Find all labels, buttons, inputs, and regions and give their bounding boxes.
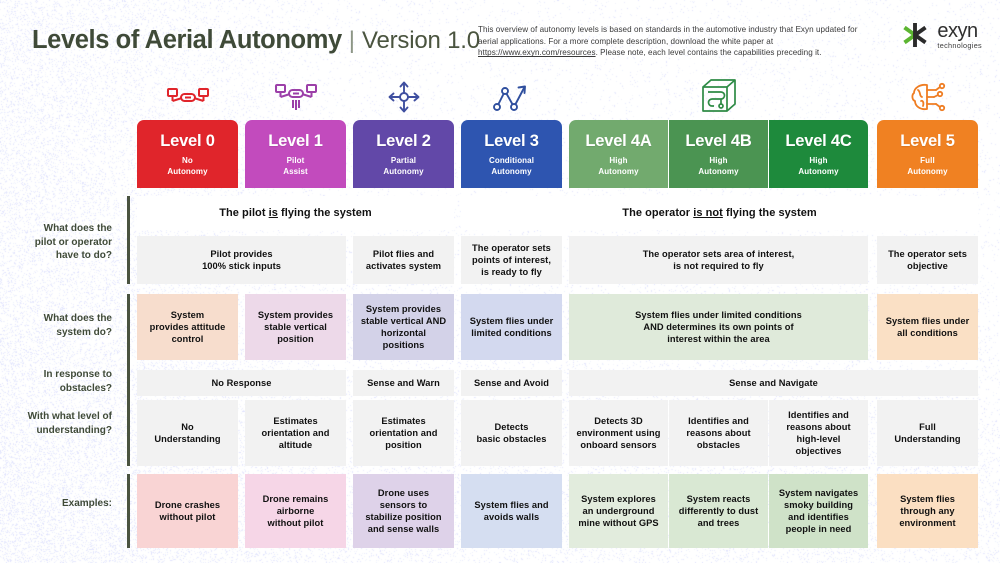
blurb-text-part2: . Please note, each level contains the c… <box>595 48 822 58</box>
level-name: Level 5 <box>900 131 955 150</box>
page-header: Levels of Aerial Autonomy | Version 1.0 … <box>0 0 1000 72</box>
3d-volume-cube-icon <box>569 76 868 118</box>
level-subtitle: High Autonomy <box>798 156 839 176</box>
level-name: Level 1 <box>268 131 323 150</box>
level-header-level-1[interactable]: Level 1 Pilot Assist <box>245 120 346 188</box>
level-header-level-3[interactable]: Level 3 Conditional Autonomy <box>461 120 562 188</box>
section-divider-2 <box>127 294 130 466</box>
logo-tagline-text: technologies <box>937 40 982 50</box>
level-subtitle: Partial Autonomy <box>383 156 424 176</box>
cell-example-level-4c: System navigates smoky building and identi… <box>769 474 868 548</box>
level-subtitle: High Autonomy <box>698 156 739 176</box>
blurb-text-part1: This overview of autonomy levels is base… <box>478 25 858 46</box>
level-header-level-4a[interactable]: Level 4A High Autonomy <box>569 120 668 188</box>
title-version-text: Version 1.0 <box>362 27 480 54</box>
row-label-examples: Examples: <box>61 498 112 509</box>
row-label-pilot-operator: What does the pilot or operator have to do… <box>34 223 112 261</box>
level-subtitle: Full Autonomy <box>907 156 948 176</box>
banner-pilot-flying: The pilot is flying the system <box>137 196 454 230</box>
cell-understanding-level-4c: Identifies and reasons about high-level obj… <box>769 400 868 466</box>
cell-understanding-level-4b: Identifies and reasons about obstacles <box>669 400 768 466</box>
cell-example-level-4a: System explores an underground mine withou… <box>569 474 668 548</box>
exyn-wordmark: exyn technologies <box>937 21 982 49</box>
cell-understanding-level-2: Estimates orientation and position <box>353 400 454 466</box>
cell-example-level-4b: System reacts differently to dust and tree… <box>669 474 768 548</box>
cell-example-level-1: Drone remains airborne without pilot <box>245 474 346 548</box>
level-name: Level 3 <box>484 131 539 150</box>
row-label-understanding: With what level of understanding? <box>27 411 112 436</box>
cell-system-do-level-4: System flies under limited conditions AND… <box>569 294 868 360</box>
cell-obstacles-level-2: Sense and Warn <box>353 370 454 396</box>
cell-obstacles-level-3: Sense and Avoid <box>461 370 562 396</box>
cell-system-do-level-0: System provides attitude control <box>137 294 238 360</box>
resources-link[interactable]: https://www.exyn.com/resources <box>478 48 596 57</box>
cell-pilot-operator-level-3: The operator sets points of interest, is r… <box>461 236 562 284</box>
exyn-asterisk-icon <box>900 20 930 50</box>
level-name: Level 2 <box>376 131 431 150</box>
level-subtitle: High Autonomy <box>598 156 639 176</box>
cell-pilot-operator-level-4: The operator sets area of interest, is no… <box>569 236 868 284</box>
level-name: Level 4C <box>785 131 852 150</box>
title-separator: | <box>348 27 355 54</box>
row-label-obstacles: In response to obstacles? <box>43 369 112 394</box>
cell-example-level-0: Drone crashes without pilot <box>137 474 238 548</box>
four-way-arrows-icon <box>353 76 454 118</box>
cell-example-level-5: System flies through any environment <box>877 474 978 548</box>
infographic-page: Levels of Aerial Autonomy | Version 1.0 … <box>0 0 1000 563</box>
level-header-level-4c[interactable]: Level 4C High Autonomy <box>769 120 868 188</box>
cell-understanding-level-5: Full Understanding <box>877 400 978 466</box>
waypoint-path-icon <box>461 76 562 118</box>
level-subtitle: Pilot Assist <box>283 156 308 176</box>
drone-outline-icon <box>137 76 238 118</box>
level-icon-row <box>0 76 1000 118</box>
level-header-level-0[interactable]: Level 0 No Autonomy <box>137 120 238 188</box>
level-name: Level 4A <box>585 131 652 150</box>
logo-name-text: exyn <box>937 19 978 42</box>
level-name: Level 4B <box>685 131 752 150</box>
row-label-system-do: What does the system do? <box>43 313 112 338</box>
ai-brain-circuit-icon <box>877 76 978 118</box>
cell-system-do-level-3: System flies under limited conditions <box>461 294 562 360</box>
cell-pilot-operator-level-5: The operator sets objective <box>877 236 978 284</box>
exyn-logo: exyn technologies <box>900 20 982 50</box>
level-subtitle: Conditional Autonomy <box>488 156 535 176</box>
cell-understanding-level-4a: Detects 3D environment using onboard senso… <box>569 400 668 466</box>
cell-pilot-operator-level-0-1: Pilot provides 100% stick inputs <box>137 236 346 284</box>
cell-understanding-level-3: Detects basic obstacles <box>461 400 562 466</box>
page-title: Levels of Aerial Autonomy | Version 1.0 <box>32 26 480 55</box>
level-header-level-5[interactable]: Level 5 Full Autonomy <box>877 120 978 188</box>
overview-description: This overview of autonomy levels is base… <box>478 24 858 59</box>
level-header-row: Level 0 No Autonomy Level 1 Pilot Assist Level… <box>0 120 1000 188</box>
level-header-level-2[interactable]: Level 2 Partial Autonomy <box>353 120 454 188</box>
level-header-level-4b[interactable]: Level 4B High Autonomy <box>669 120 768 188</box>
cell-example-level-3: System flies and avoids walls <box>461 474 562 548</box>
cell-system-do-level-5: System flies under all conditions <box>877 294 978 360</box>
cell-understanding-level-0: No Understanding <box>137 400 238 466</box>
cell-understanding-level-1: Estimates orientation and altitude <box>245 400 346 466</box>
cell-example-level-2: Drone uses sensors to stabilize position an… <box>353 474 454 548</box>
drone-hover-icon <box>245 76 346 118</box>
level-subtitle: No Autonomy <box>167 156 208 176</box>
banner-operator-not-flying: The operator is not flying the system <box>461 196 978 230</box>
cell-pilot-operator-level-2: Pilot flies and activates system <box>353 236 454 284</box>
cell-system-do-level-2: System provides stable vertical AND horizo… <box>353 294 454 360</box>
title-main-text: Levels of Aerial Autonomy <box>32 26 342 54</box>
cell-obstacles-level-0-1: No Response <box>137 370 346 396</box>
section-divider-3 <box>127 474 130 548</box>
section-divider-1 <box>127 196 130 284</box>
cell-obstacles-level-4-5: Sense and Navigate <box>569 370 978 396</box>
level-name: Level 0 <box>160 131 215 150</box>
cell-system-do-level-1: System provides stable vertical position <box>245 294 346 360</box>
